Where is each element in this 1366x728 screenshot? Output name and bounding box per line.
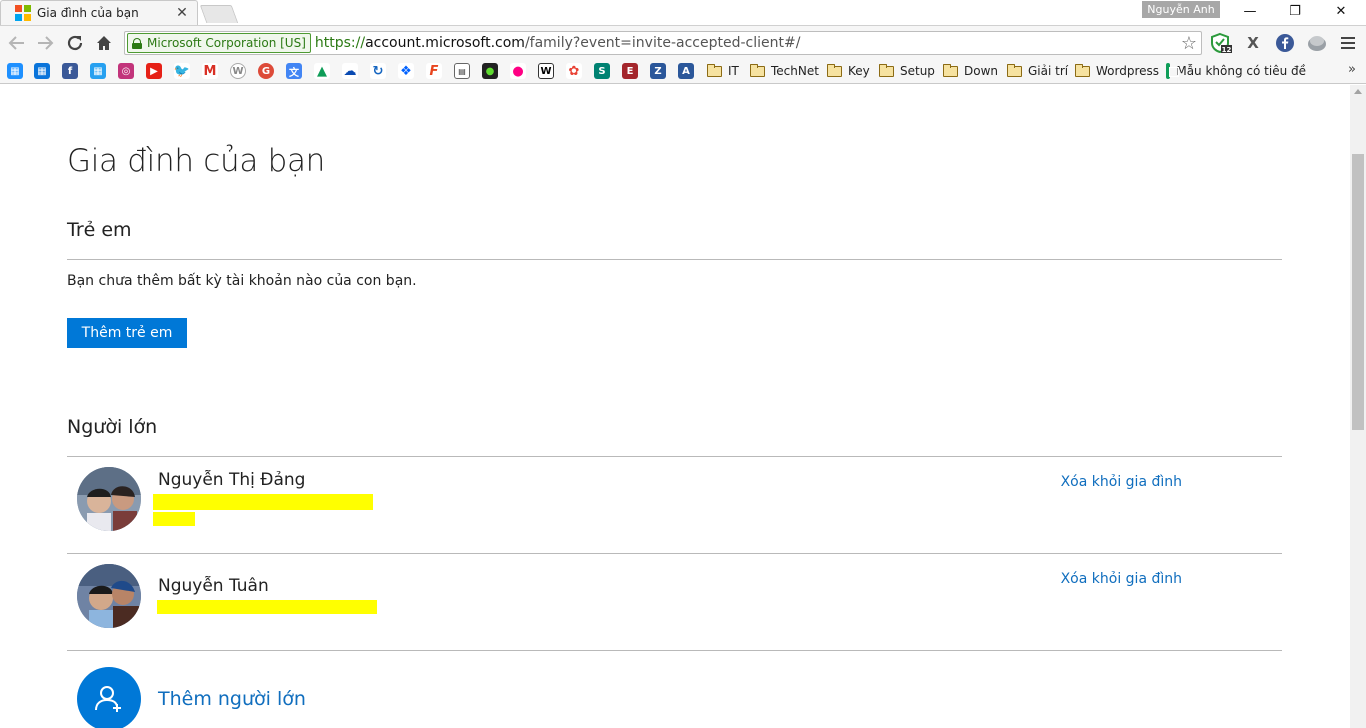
- url-path: /family?event=invite-accepted-client#/: [524, 35, 801, 51]
- browser-toolbar: Microsoft Corporation [US] https://accou…: [0, 25, 1366, 58]
- bookmark-folder-wordpress[interactable]: Wordpress: [1075, 61, 1159, 81]
- member-name: Nguyễn Thị Đảng: [158, 470, 306, 490]
- google-plus-bookmark-icon[interactable]: G: [258, 63, 274, 79]
- restore-button[interactable]: ❐: [1273, 2, 1317, 22]
- bookmark-sheet[interactable]: Mẫu không có tiêu đề: [1166, 61, 1306, 81]
- home-icon[interactable]: [93, 32, 115, 54]
- menu-icon[interactable]: [1337, 32, 1359, 54]
- add-adult-row[interactable]: Thêm người lớn: [67, 667, 306, 728]
- sway-bookmark-icon[interactable]: S: [594, 63, 610, 79]
- onedrive-bookmark-icon[interactable]: ☁: [342, 63, 358, 79]
- member-name: Nguyễn Tuân: [158, 576, 269, 596]
- url-scheme: https://: [314, 35, 366, 51]
- folder-icon: [943, 63, 958, 77]
- bookmark-folder-it[interactable]: IT: [707, 61, 739, 81]
- redaction-bar: [153, 494, 373, 510]
- a-bookmark-icon[interactable]: A: [678, 63, 694, 79]
- lock-icon: [132, 37, 142, 49]
- redaction-bar: [153, 512, 195, 526]
- adults-heading: Người lớn: [67, 416, 158, 438]
- back-icon[interactable]: [6, 32, 28, 54]
- google-drive-bookmark-icon[interactable]: ▲: [314, 63, 330, 79]
- page-scrollbar[interactable]: [1350, 85, 1366, 728]
- sync-bookmark-icon[interactable]: ↻: [370, 63, 386, 79]
- twitter-bookmark-icon[interactable]: 🐦: [174, 63, 190, 79]
- bookmarks-overflow-icon[interactable]: »: [1348, 62, 1356, 77]
- extension-badge: 12: [1222, 46, 1232, 54]
- bookmarks-bar: ▦ ▦ f ▦ ◎ ▶ 🐦 M W G 文 ▲ ☁ ↻ ❖ F ▤ ● ● W …: [0, 58, 1366, 84]
- windows-store-bookmark-icon[interactable]: ▦: [34, 63, 50, 79]
- member-divider: [67, 650, 1282, 651]
- folder-icon: [827, 63, 842, 77]
- globe-extension-icon[interactable]: [1306, 32, 1328, 54]
- reload-icon[interactable]: [64, 32, 86, 54]
- instagram-bookmark-icon[interactable]: ◎: [118, 63, 134, 79]
- page-content: Gia đình của bạn Trẻ em Bạn chưa thêm bấ…: [0, 85, 1350, 728]
- tab-close-icon[interactable]: ✕: [175, 5, 189, 21]
- tab-title: Gia đình của bạn: [37, 6, 139, 20]
- member-avatar[interactable]: [77, 467, 141, 531]
- e-bookmark-icon[interactable]: E: [622, 63, 638, 79]
- windows-logo-bookmark-icon[interactable]: ▦: [90, 63, 106, 79]
- wikipedia-bookmark-icon[interactable]: W: [538, 63, 554, 79]
- calendar-bookmark-icon[interactable]: ▤: [454, 63, 470, 79]
- member-row: Nguyễn Thị Đảng Xóa khỏi gia đình: [67, 457, 1282, 553]
- minimize-button[interactable]: —: [1228, 2, 1272, 22]
- google-translate-bookmark-icon[interactable]: 文: [286, 63, 302, 79]
- feedly-bookmark-icon[interactable]: F: [426, 63, 442, 79]
- children-empty-text: Bạn chưa thêm bất kỳ tài khoản nào của c…: [67, 273, 417, 289]
- dropbox-bookmark-icon[interactable]: ❖: [398, 63, 414, 79]
- wordpress-bookmark-icon[interactable]: W: [230, 63, 246, 79]
- forward-icon[interactable]: [34, 32, 56, 54]
- remove-member-link[interactable]: Xóa khỏi gia đình: [1061, 474, 1182, 490]
- star-icon[interactable]: ☆: [1181, 33, 1197, 54]
- children-heading: Trẻ em: [67, 219, 132, 241]
- folder-icon: [1007, 63, 1022, 77]
- bookmark-folder-technet[interactable]: TechNet: [750, 61, 819, 81]
- remove-member-link[interactable]: Xóa khỏi gia đình: [1061, 571, 1182, 587]
- title-bar: Gia đình của bạn ✕ Nguyễn Anh — ❐ ✕: [0, 0, 1366, 25]
- youtube-bookmark-icon[interactable]: ▶: [146, 63, 162, 79]
- member-row: Nguyễn Tuân Xóa khỏi gia đình: [67, 554, 1282, 650]
- windows-bookmark-icon[interactable]: ▦: [7, 63, 23, 79]
- evernote-bookmark-icon[interactable]: ●: [482, 63, 498, 79]
- photos-bookmark-icon[interactable]: ✿: [566, 63, 582, 79]
- url-host: account.microsoft.com: [365, 35, 525, 51]
- address-bar[interactable]: Microsoft Corporation [US] https://accou…: [124, 31, 1202, 55]
- ev-certificate-badge[interactable]: Microsoft Corporation [US]: [127, 33, 311, 53]
- scroll-thumb[interactable]: [1352, 154, 1364, 430]
- security-extension-icon[interactable]: 12: [1210, 32, 1232, 54]
- folder-icon: [707, 63, 722, 77]
- bookmark-folder-giai-tri[interactable]: Giải trí: [1007, 61, 1068, 81]
- new-tab-button[interactable]: [199, 5, 239, 23]
- bookmark-folder-key[interactable]: Key: [827, 61, 870, 81]
- add-person-icon[interactable]: [77, 667, 141, 728]
- bookmark-folder-setup[interactable]: Setup: [879, 61, 935, 81]
- add-adult-link[interactable]: Thêm người lớn: [158, 688, 306, 710]
- add-child-button[interactable]: Thêm trẻ em: [67, 318, 187, 348]
- member-avatar[interactable]: [77, 564, 141, 628]
- facebook-extension-icon[interactable]: [1274, 32, 1296, 54]
- microsoft-logo-icon: [15, 5, 31, 21]
- gmail-bookmark-icon[interactable]: M: [202, 63, 218, 79]
- browser-tab[interactable]: Gia đình của bạn ✕: [0, 0, 198, 25]
- children-divider: [67, 259, 1282, 260]
- url-text[interactable]: https://account.microsoft.com/family?eve…: [315, 35, 801, 51]
- ev-label: Microsoft Corporation [US]: [147, 36, 306, 50]
- redaction-bar: [157, 600, 377, 614]
- close-window-button[interactable]: ✕: [1319, 2, 1363, 22]
- z-bookmark-icon[interactable]: Z: [650, 63, 666, 79]
- facebook-bookmark-icon[interactable]: f: [62, 63, 78, 79]
- folder-icon: [750, 63, 765, 77]
- page-title: Gia đình của bạn: [67, 143, 325, 179]
- bookmark-folder-down[interactable]: Down: [943, 61, 998, 81]
- x-extension-icon[interactable]: X: [1242, 32, 1264, 54]
- folder-icon: [879, 63, 894, 77]
- spreadsheet-icon: [1166, 63, 1181, 79]
- flickr-bookmark-icon[interactable]: ●: [510, 63, 526, 79]
- scroll-up-arrow-icon[interactable]: [1354, 89, 1362, 94]
- profile-button[interactable]: Nguyễn Anh: [1142, 1, 1220, 18]
- folder-icon: [1075, 63, 1090, 77]
